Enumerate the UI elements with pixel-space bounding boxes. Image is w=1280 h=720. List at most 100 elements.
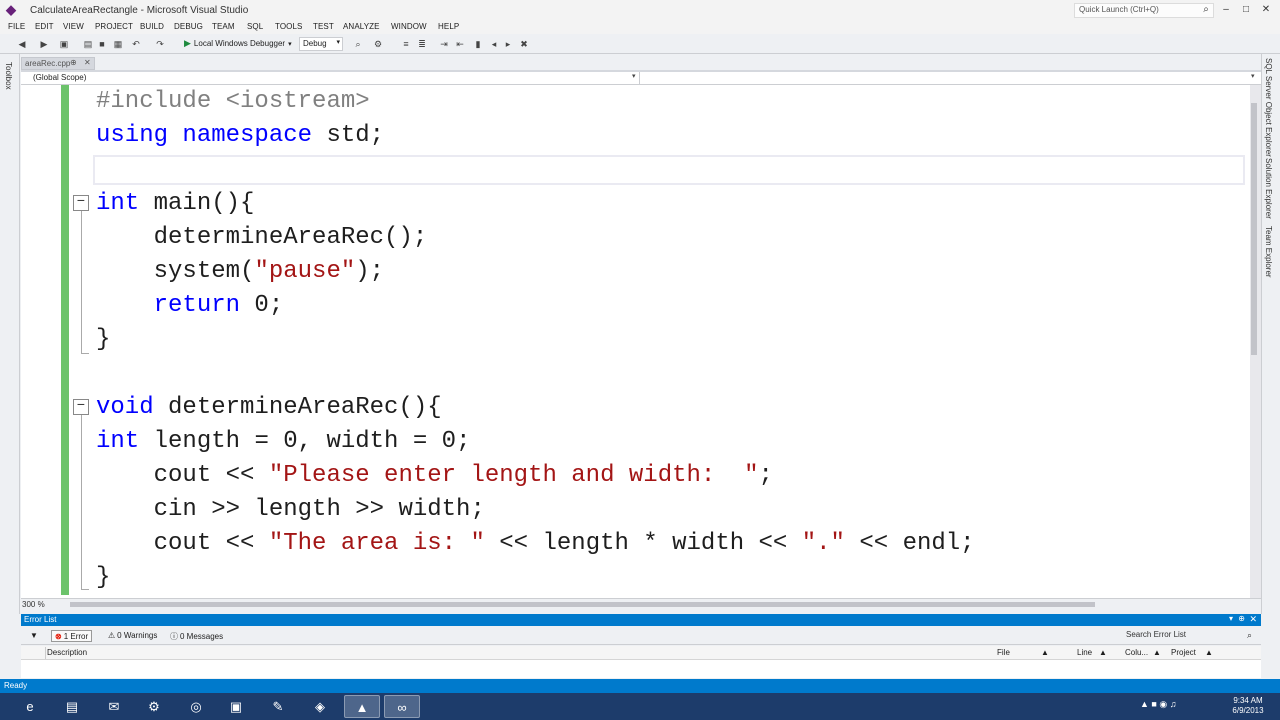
open-file-icon[interactable]: ▤: [82, 38, 94, 50]
comment-icon[interactable]: ≡: [400, 38, 412, 50]
code-line[interactable]: int main(){: [96, 187, 254, 221]
attach-icon[interactable]: ⚙: [372, 38, 384, 50]
column-project[interactable]: Project: [1171, 648, 1196, 657]
terminal-icon[interactable]: ▣: [218, 695, 254, 718]
search-icon[interactable]: ⌕: [1196, 3, 1216, 17]
toolbox-tab[interactable]: Toolbox: [4, 62, 13, 90]
internet-explorer-icon[interactable]: e: [12, 695, 48, 718]
system-tray[interactable]: ▲ ■ ◉ ♫: [1140, 699, 1176, 710]
vertical-scroll-thumb[interactable]: [1251, 103, 1257, 355]
code-token: ".": [801, 530, 845, 557]
close-button[interactable]: ✕: [1256, 3, 1276, 17]
chevron-down-icon[interactable]: ▾: [632, 72, 636, 80]
warning-icon: ⚠: [108, 631, 116, 640]
minimize-button[interactable]: –: [1216, 3, 1236, 17]
quick-launch-placeholder: Quick Launch (Ctrl+Q): [1079, 5, 1159, 14]
previous-bookmark-icon[interactable]: ◂: [488, 38, 500, 50]
save-all-icon[interactable]: ▦: [112, 38, 124, 50]
column-description[interactable]: Description: [47, 648, 87, 657]
menu-help[interactable]: HELP: [438, 22, 459, 31]
notepad-icon[interactable]: ✎: [260, 695, 296, 718]
code-editor[interactable]: − − #include <iostream> using namespace s…: [21, 85, 1250, 598]
menu-sql[interactable]: SQL: [247, 22, 263, 31]
code-line[interactable]: determineAreaRec();: [96, 221, 428, 255]
filter-icon[interactable]: ▼: [27, 630, 41, 642]
next-bookmark-icon[interactable]: ▸: [502, 38, 514, 50]
code-line[interactable]: int length = 0, width = 0;: [96, 425, 470, 459]
outlook-icon[interactable]: ✉: [96, 695, 132, 718]
chevron-down-icon[interactable]: ▾: [1229, 614, 1233, 623]
navigate-back-icon[interactable]: ◀: [16, 38, 28, 50]
save-icon[interactable]: ■: [96, 38, 108, 50]
code-line[interactable]: void determineAreaRec(){: [96, 391, 442, 425]
menu-file[interactable]: FILE: [8, 22, 25, 31]
code-token: determineAreaRec(){: [153, 394, 442, 421]
sql-server-object-explorer-tab[interactable]: SQL Server Object Explorer: [1264, 58, 1273, 157]
code-line[interactable]: }: [96, 323, 110, 357]
menu-edit[interactable]: EDIT: [35, 22, 54, 31]
pin-icon[interactable]: ⊕: [70, 58, 77, 67]
warnings-filter-button[interactable]: ⚠ 0 Warnings: [105, 630, 160, 642]
uncomment-icon[interactable]: ≣: [416, 38, 428, 50]
redo-icon[interactable]: ↷: [154, 38, 166, 50]
column-column[interactable]: Colu...: [1125, 648, 1148, 657]
new-project-icon[interactable]: ▣: [58, 38, 70, 50]
messages-filter-button[interactable]: ⓘ 0 Messages: [167, 630, 226, 642]
code-line[interactable]: using namespace std;: [96, 119, 384, 153]
game-icon[interactable]: ◈: [302, 695, 338, 718]
code-token: "pause": [254, 258, 356, 285]
menu-analyze[interactable]: ANALYZE: [343, 22, 380, 31]
chrome-icon[interactable]: ◎: [178, 695, 214, 718]
scope-dropdown[interactable]: (Global Scope): [33, 73, 86, 82]
recorder-icon[interactable]: ▲: [344, 695, 380, 718]
collapse-determine-area-icon[interactable]: −: [73, 399, 89, 415]
close-icon[interactable]: ✕: [84, 58, 91, 67]
start-debugging-button[interactable]: ▶ Local Windows Debugger ▾: [184, 38, 292, 50]
indent-icon[interactable]: ⇥: [438, 38, 450, 50]
menu-project[interactable]: PROJECT: [95, 22, 133, 31]
menu-team[interactable]: TEAM: [212, 22, 235, 31]
pin-icon[interactable]: ⊕: [1238, 614, 1245, 623]
solution-explorer-tab[interactable]: Solution Explorer: [1264, 158, 1273, 219]
collapse-main-icon[interactable]: −: [73, 195, 89, 211]
code-line[interactable]: system("pause");: [96, 255, 384, 289]
settings-app-icon[interactable]: ⚙: [136, 695, 172, 718]
menu-test[interactable]: TEST: [313, 22, 334, 31]
column-line[interactable]: Line: [1077, 648, 1092, 657]
close-icon[interactable]: ✕: [1249, 614, 1257, 625]
error-list-body[interactable]: [21, 660, 1261, 678]
code-line[interactable]: cout << "Please enter length and width: …: [96, 459, 773, 493]
status-text: Ready: [4, 681, 28, 690]
quick-launch-input[interactable]: Quick Launch (Ctrl+Q): [1074, 3, 1214, 18]
menu-window[interactable]: WINDOW: [391, 22, 427, 31]
column-file[interactable]: File: [997, 648, 1010, 657]
code-line[interactable]: return 0;: [96, 289, 284, 323]
navigate-forward-icon[interactable]: ▶: [38, 38, 50, 50]
maximize-button[interactable]: □: [1236, 3, 1256, 17]
undo-icon[interactable]: ↶: [130, 38, 142, 50]
code-token: namespace: [182, 122, 313, 149]
horizontal-scroll-thumb[interactable]: [70, 602, 1095, 607]
menu-build[interactable]: BUILD: [140, 22, 164, 31]
code-line[interactable]: #include <iostream>: [96, 85, 370, 119]
outdent-icon[interactable]: ⇤: [454, 38, 466, 50]
code-line[interactable]: cin >> length >> width;: [96, 493, 485, 527]
zoom-level[interactable]: 300 %: [22, 600, 45, 609]
team-explorer-tab[interactable]: Team Explorer: [1264, 226, 1273, 278]
bookmark-icon[interactable]: ▮: [472, 38, 484, 50]
error-list-search-input[interactable]: Search Error List ⌕: [1126, 630, 1256, 642]
configuration-select[interactable]: Debug ▾: [299, 37, 343, 51]
file-explorer-icon[interactable]: ▤: [54, 695, 90, 718]
clear-bookmarks-icon[interactable]: ✖: [518, 38, 530, 50]
clock[interactable]: 9:34 AM 6/9/2013: [1226, 696, 1270, 716]
errors-filter-button[interactable]: ⊗ 1 Error: [51, 630, 93, 642]
menu-tools[interactable]: TOOLS: [275, 22, 302, 31]
menu-view[interactable]: VIEW: [63, 22, 84, 31]
visual-studio-taskbar-icon[interactable]: ∞: [384, 695, 420, 718]
chevron-down-icon[interactable]: ▾: [1251, 72, 1255, 80]
find-icon[interactable]: ⌕: [352, 38, 364, 50]
document-tab[interactable]: areaRec.cpp ⊕ ✕: [21, 57, 95, 70]
menu-debug[interactable]: DEBUG: [174, 22, 203, 31]
code-line[interactable]: cout << "The area is: " << length * widt…: [96, 527, 975, 561]
code-line[interactable]: }: [96, 561, 110, 595]
